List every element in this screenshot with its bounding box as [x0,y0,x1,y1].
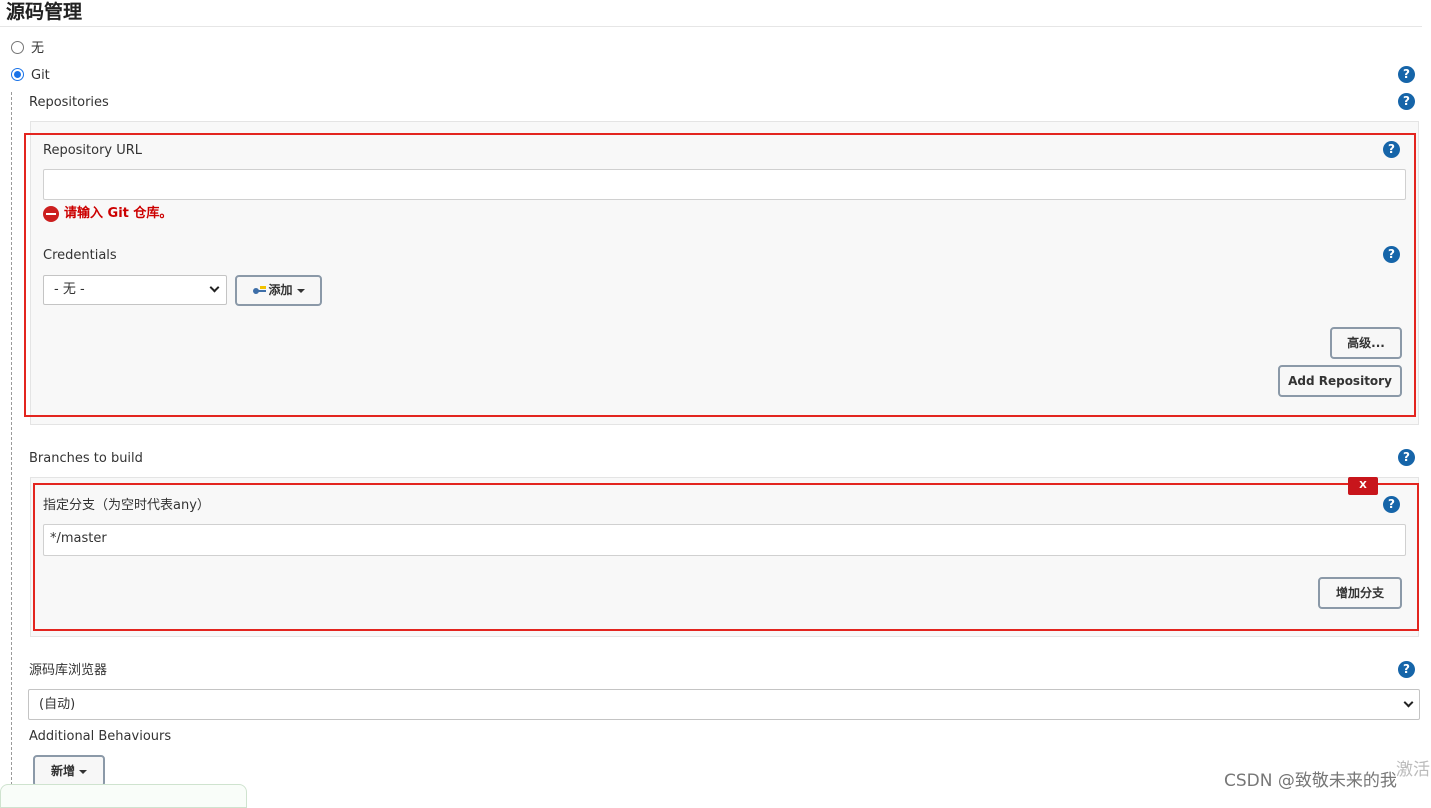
branches-label: Branches to build [29,451,143,466]
activate-windows-text: 激活 [1396,760,1430,780]
csdn-watermark: CSDN @致敬未来的我 [1224,771,1397,791]
caret-down-icon [79,769,87,774]
error-icon [43,206,59,222]
add-credentials-label: 添加 [268,283,293,297]
branch-highlight-box [33,483,1419,631]
radio-none-label: 无 [31,41,45,56]
credentials-select-value: - 无 - [54,282,85,297]
add-branch-button[interactable]: 增加分支 [1318,577,1402,609]
section-title: 源码管理 [6,1,83,23]
branch-specifier-input[interactable]: */master [43,524,1406,556]
branch-specifier-help-icon[interactable]: ? [1383,496,1400,513]
repository-url-label: Repository URL [43,143,143,158]
repository-url-help-icon[interactable]: ? [1383,141,1400,158]
repository-url-input[interactable] [43,169,1406,200]
add-repository-button[interactable]: Add Repository [1278,365,1402,397]
delete-branch-button[interactable]: X [1348,477,1378,495]
credentials-select[interactable]: - 无 - [43,275,227,305]
repository-browser-value: (自动) [39,697,76,712]
add-credentials-button[interactable]: 添加 [235,275,322,306]
key-icon [253,286,267,294]
advanced-button[interactable]: 高级... [1330,327,1402,359]
additional-behaviours-label: Additional Behaviours [29,729,172,744]
repository-url-error: 请输入 Git 仓库。 [64,206,173,221]
add-behaviour-label: 新增 [50,764,75,778]
repositories-help-icon[interactable]: ? [1398,93,1415,110]
add-behaviour-button[interactable]: 新增 [33,755,105,787]
repository-browser-select[interactable]: (自动) [28,689,1420,720]
credentials-label: Credentials [43,248,117,263]
repository-browser-label: 源码库浏览器 [29,663,108,678]
radio-none[interactable] [11,41,24,54]
repository-browser-help-icon[interactable]: ? [1398,661,1415,678]
title-divider [0,26,1422,27]
radio-git[interactable] [11,68,24,81]
branch-specifier-label: 指定分支（为空时代表any） [43,498,210,513]
caret-down-icon [296,288,305,293]
repositories-label: Repositories [29,95,109,110]
git-options-indent-line [11,92,12,800]
credentials-help-icon[interactable]: ? [1383,246,1400,263]
git-help-icon[interactable]: ? [1398,66,1415,83]
bottom-tab [0,784,247,808]
branches-help-icon[interactable]: ? [1398,449,1415,466]
radio-git-label: Git [31,68,50,83]
